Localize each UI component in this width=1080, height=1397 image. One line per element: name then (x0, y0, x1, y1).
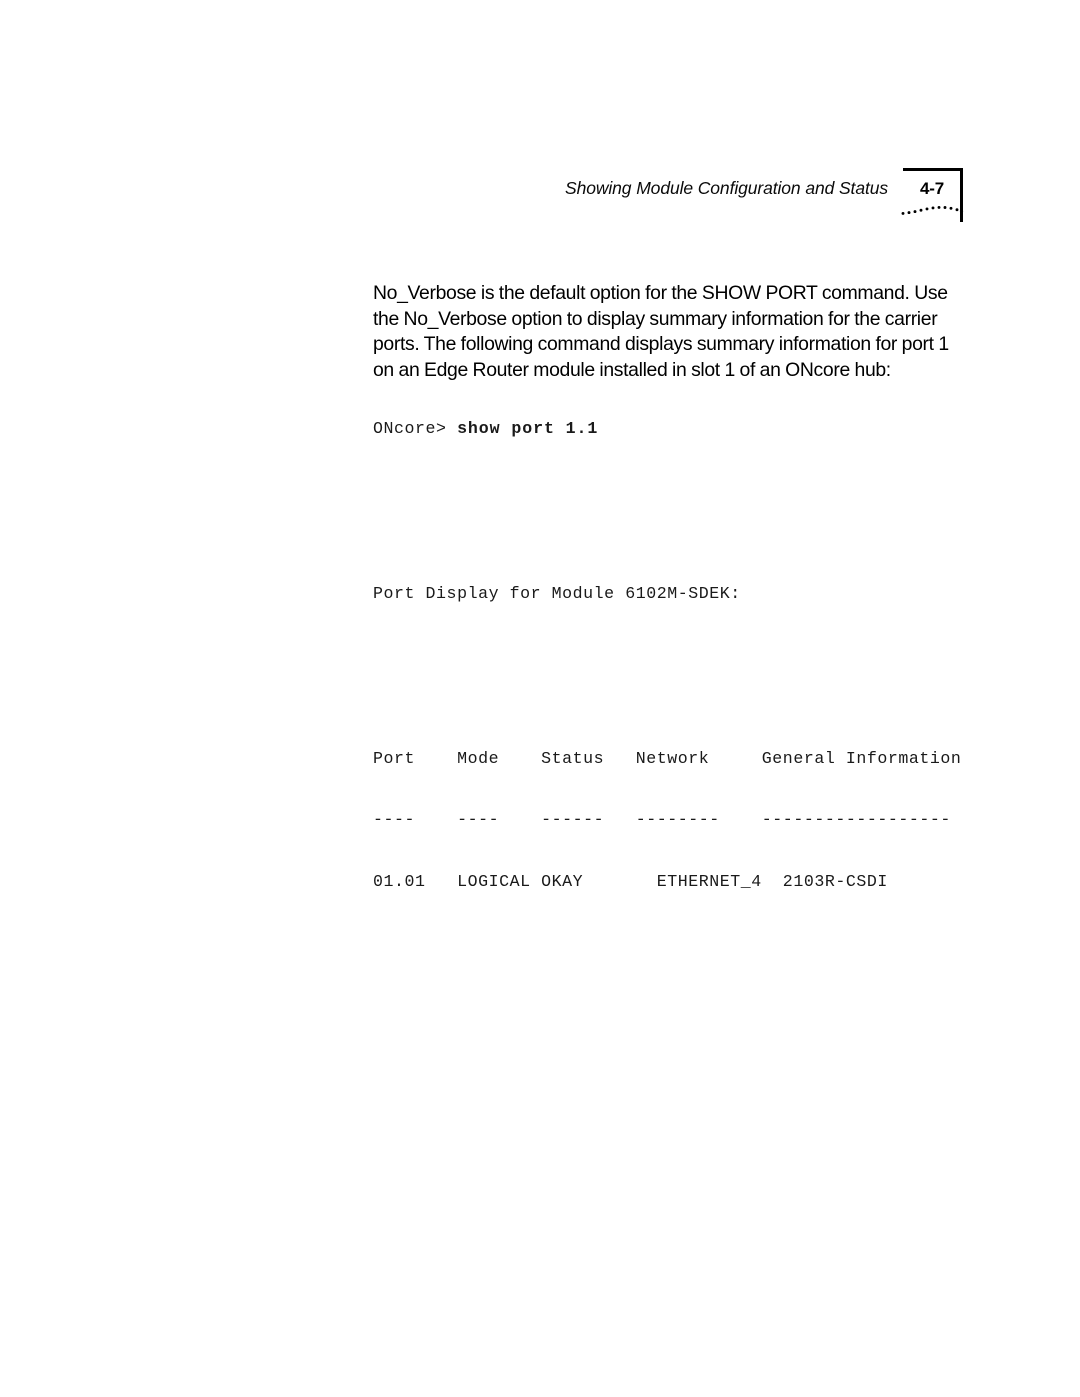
running-header: Showing Module Configuration and Status … (0, 168, 1080, 236)
table-separator-line: ---- ---- ------ -------- --------------… (373, 810, 951, 830)
page-number: 4-7 (920, 179, 944, 198)
header-title: Showing Module Configuration and Status (565, 178, 888, 198)
table-row: 01.01 LOGICAL OKAY ETHERNET_4 2103R-CSDI (373, 872, 888, 892)
body-paragraph: No_Verbose is the default option for the… (373, 282, 949, 381)
header-rule-top (903, 168, 963, 171)
page-number-marker: 4-7 (900, 168, 966, 230)
console-transcript: ONcore> show port 1.1 Port Display for M… (373, 378, 961, 934)
console-output-heading: Port Display for Module 6102M-SDEK: (373, 583, 741, 603)
console-prompt: ONcore> (373, 419, 458, 439)
dotted-wave-icon (901, 205, 964, 215)
document-page: Showing Module Configuration and Status … (0, 0, 1080, 1397)
console-command: show port 1.1 (457, 419, 599, 439)
table-header-line: Port Mode Status Network General Informa… (373, 748, 962, 768)
command-line: ONcore> show port 1.1 (373, 419, 961, 440)
